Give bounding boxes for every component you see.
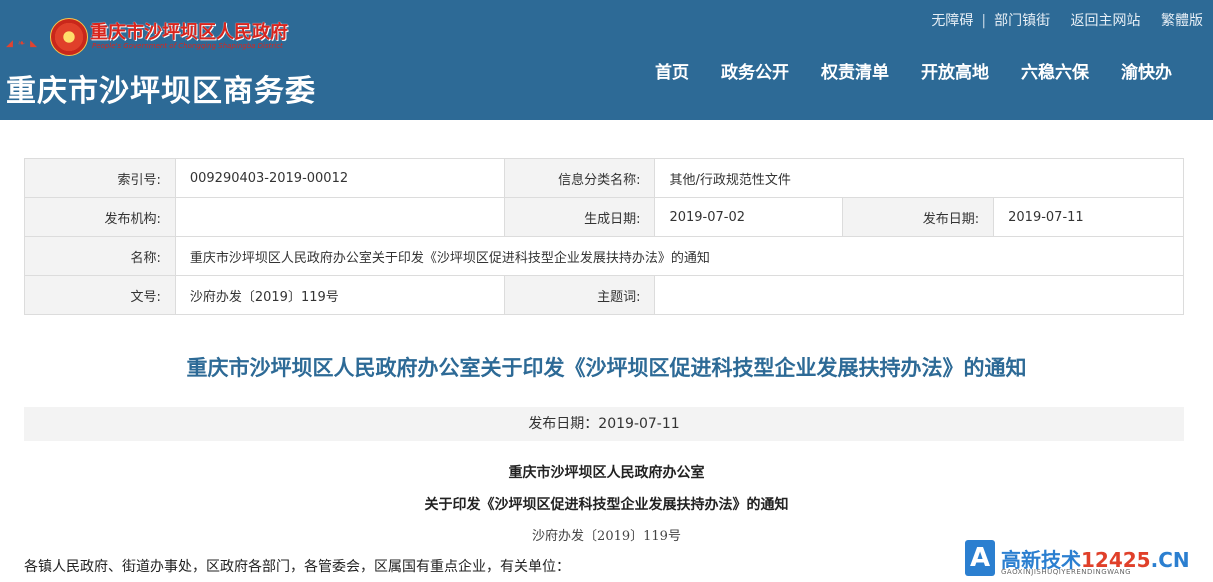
table-row: 名称: 重庆市沙坪坝区人民政府办公室关于印发《沙坪坝区促进科技型企业发展扶持办法… <box>24 236 1185 276</box>
doc-number-value: 沙府办发〔2019〕119号 <box>174 275 505 315</box>
accessibility-link[interactable]: 无障碍 <box>931 13 973 29</box>
top-links: 无障碍 | 部门镇街 返回主网站 繁體版 <box>931 10 1203 30</box>
issuer-heading: 重庆市沙坪坝区人民政府办公室 <box>508 465 705 481</box>
watermark-text-suffix: .CN <box>1150 548 1190 572</box>
nav-open-highland[interactable]: 开放高地 <box>921 58 989 86</box>
name-value: 重庆市沙坪坝区人民政府办公室关于印发《沙坪坝区促进科技型企业发展扶持办法》的通知 <box>174 236 1185 276</box>
departments-link[interactable]: 部门镇街 <box>994 13 1050 29</box>
table-row: 文号: 沙府办发〔2019〕119号 主题词: <box>24 275 1184 315</box>
watermark-subtext: GAOXINJISHUQIYERENDINGWANG <box>1001 568 1132 576</box>
table-row: 发布机构: 生成日期: 2019-07-02 发布日期: 2019-07-11 <box>24 197 1184 237</box>
index-label: 索引号: <box>24 158 176 198</box>
watermark-a-icon: A <box>965 540 995 576</box>
divider <box>1149 13 1153 29</box>
published-date-value: 2019-07-11 <box>993 197 1184 237</box>
notice-heading: 关于印发《沙坪坝区促进科技型企业发展扶持办法》的通知 <box>424 497 789 513</box>
category-value: 其他/行政规范性文件 <box>654 158 1184 198</box>
logo-english-name: People's Government of Chongqing Shaping… <box>92 42 283 50</box>
published-date-label: 发布日期: <box>842 197 995 237</box>
document-meta-table: 索引号: 009290403-2019-00012 信息分类名称: 其他/行政规… <box>24 158 1185 315</box>
publisher-label: 发布机构: <box>24 197 176 237</box>
publish-date-bar: 发布日期：2019-07-11 <box>24 407 1184 441</box>
topic-label: 主题词: <box>503 275 656 315</box>
created-date-label: 生成日期: <box>503 197 656 237</box>
name-label: 名称: <box>24 236 176 276</box>
category-label: 信息分类名称: <box>503 158 656 198</box>
table-row: 索引号: 009290403-2019-00012 信息分类名称: 其他/行政规… <box>24 158 1184 198</box>
index-value: 009290403-2019-00012 <box>174 158 505 198</box>
main-nav: 首页 政务公开 权责清单 开放高地 六稳六保 渝快办 <box>655 58 1172 86</box>
publisher-value <box>174 197 505 237</box>
main-site-link[interactable]: 返回主网站 <box>1071 13 1141 29</box>
site-header: ◢ ❧ ◣ 重庆市沙坪坝区人民政府 People's Government of… <box>0 0 1213 120</box>
nav-home[interactable]: 首页 <box>655 58 689 86</box>
emblem-icon <box>50 18 88 56</box>
created-date-value: 2019-07-02 <box>654 197 844 237</box>
divider <box>1058 13 1062 29</box>
body-paragraph: 各镇人民政府、街道办事处，区政府各部门，各管委会，区属国有重点企业，有关单位： <box>24 559 570 575</box>
divider: | <box>981 13 987 29</box>
nav-government-affairs[interactable]: 政务公开 <box>721 58 789 86</box>
site-title[interactable]: 重庆市沙坪坝区商务委 <box>6 66 316 110</box>
logo-chinese-name: 重庆市沙坪坝区人民政府 <box>90 22 288 43</box>
watermark-logo: A 高新技术12425.CN GAOXINJISHUQIYERENDINGWAN… <box>965 538 1209 580</box>
nav-yukuaiban[interactable]: 渝快办 <box>1121 58 1172 86</box>
logo-mark-icon: ◢ ❧ ◣ <box>6 39 39 49</box>
document-title: 重庆市沙坪坝区人民政府办公室关于印发《沙坪坝区促进科技型企业发展扶持办法》的通知 <box>186 355 1027 380</box>
government-logo[interactable]: ◢ ❧ ◣ 重庆市沙坪坝区人民政府 People's Government of… <box>6 16 288 60</box>
topic-value <box>654 275 1184 315</box>
nav-powers-list[interactable]: 权责清单 <box>821 58 889 86</box>
traditional-chinese-link[interactable]: 繁體版 <box>1161 13 1203 29</box>
doc-number-label: 文号: <box>24 275 176 315</box>
nav-six-stability[interactable]: 六稳六保 <box>1021 58 1089 86</box>
